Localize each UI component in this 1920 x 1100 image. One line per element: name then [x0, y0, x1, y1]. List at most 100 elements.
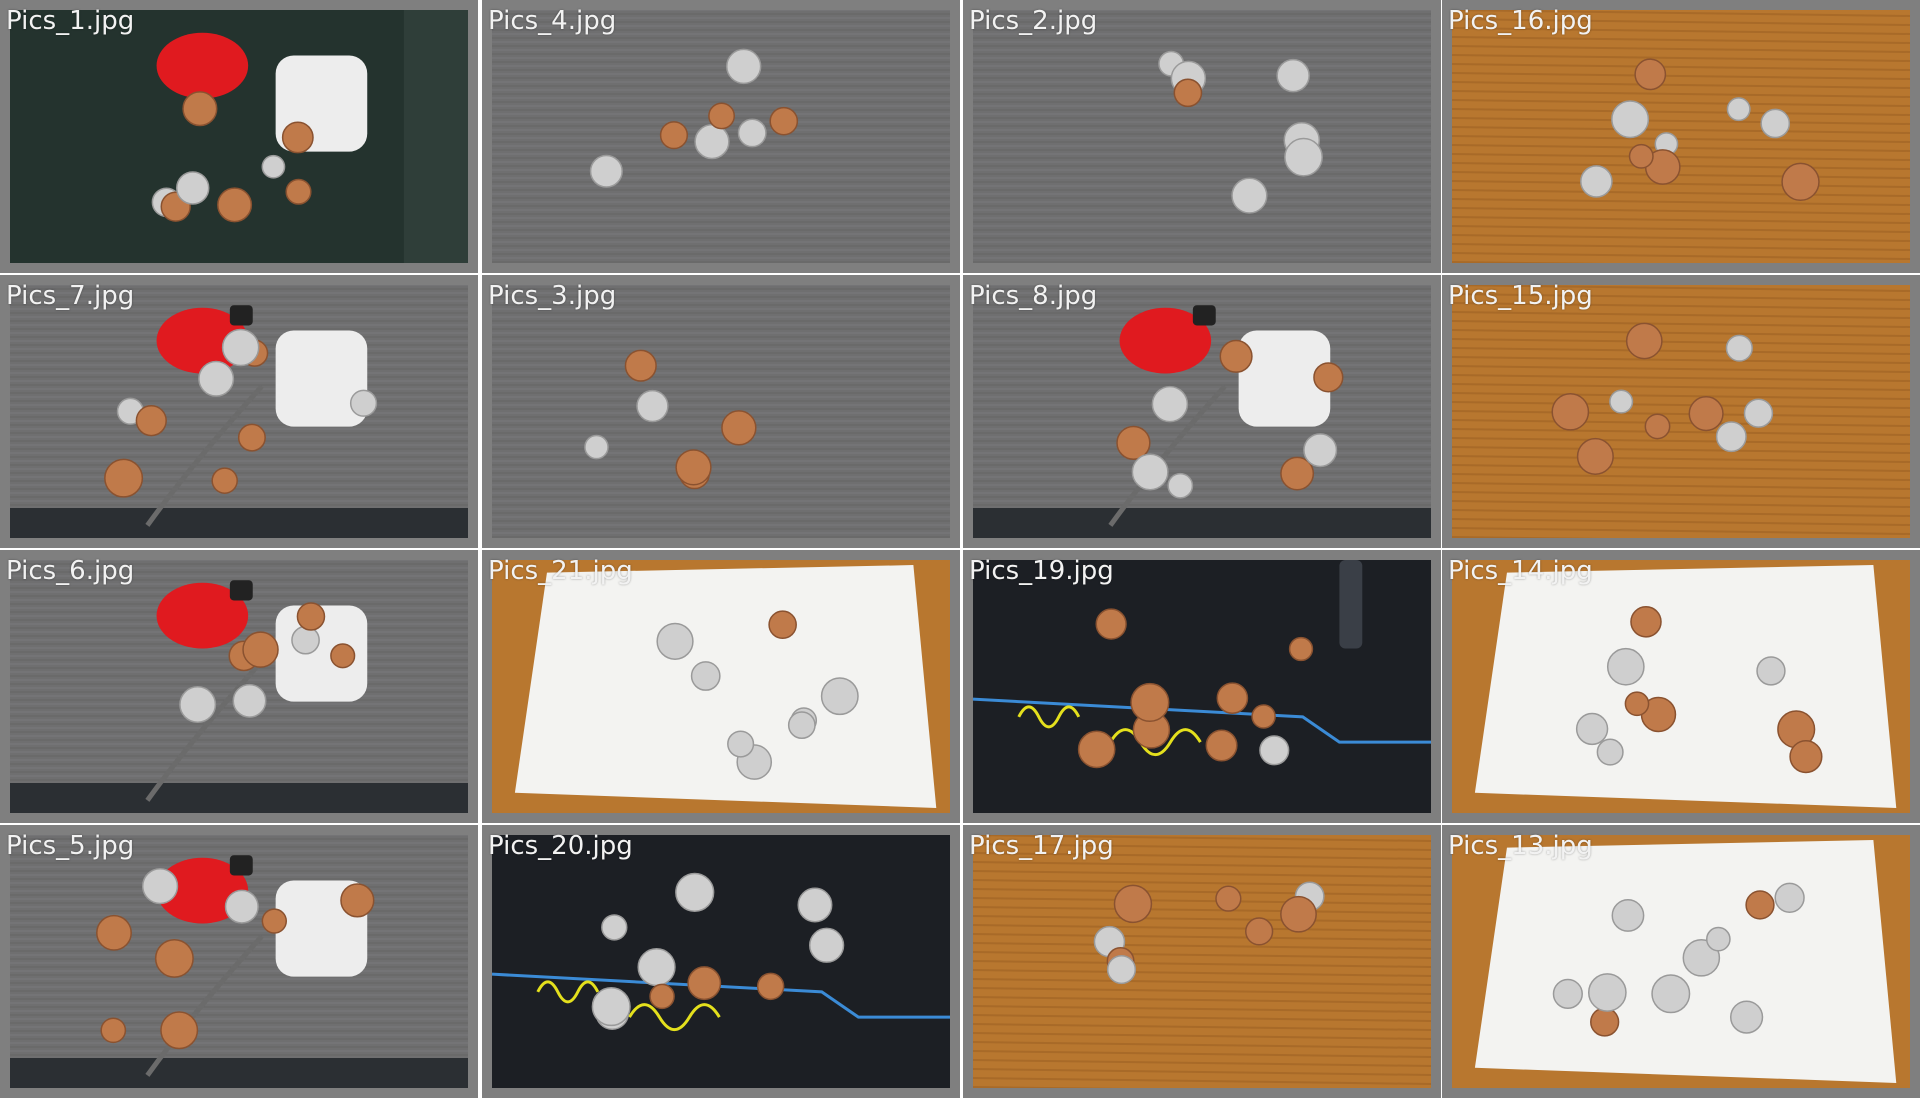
- thumbnail-image: [492, 10, 950, 263]
- silver-coin: [1303, 433, 1338, 468]
- thumbnail-tile[interactable]: Pics_7.jpg: [0, 275, 478, 548]
- silver-coin: [1609, 389, 1634, 414]
- desk-edge: [10, 508, 468, 538]
- penny-coin: [1745, 890, 1775, 920]
- red-coin-pouch: [156, 32, 249, 99]
- penny-coin: [659, 121, 689, 150]
- silver-coin: [1756, 656, 1786, 686]
- penny-coin: [242, 631, 279, 668]
- thumbnail-tile[interactable]: Pics_21.jpg: [482, 550, 960, 823]
- silver-coin: [737, 118, 767, 148]
- silver-coin: [1284, 137, 1323, 177]
- silver-coin: [198, 360, 235, 397]
- penny-coin: [1095, 608, 1127, 640]
- penny-coin: [1216, 682, 1249, 714]
- silver-coin: [1729, 1000, 1764, 1034]
- penny-coin: [217, 187, 253, 223]
- penny-coin: [756, 972, 785, 1001]
- silver-coin: [224, 889, 259, 924]
- thumbnail-tile[interactable]: Pics_3.jpg: [482, 275, 960, 548]
- silver-coin: [291, 625, 320, 655]
- silver-coin: [1587, 973, 1627, 1012]
- surface-background: [973, 10, 1431, 263]
- penny-coin: [330, 643, 356, 669]
- thumbnail-tile[interactable]: Pics_15.jpg: [1442, 275, 1920, 548]
- penny-coin: [649, 983, 675, 1010]
- silver-coin: [1596, 738, 1624, 766]
- penny-coin: [1630, 606, 1662, 638]
- penny-coin: [1219, 339, 1253, 373]
- penny-coin: [340, 883, 375, 918]
- silver-coin: [675, 872, 715, 912]
- silver-coin: [1726, 97, 1751, 122]
- penny-coin: [1781, 162, 1820, 202]
- penny-coin: [1280, 895, 1317, 933]
- silver-coin: [261, 154, 286, 179]
- silver-coin: [690, 661, 721, 691]
- desk-edge: [10, 1058, 468, 1088]
- penny-coin: [721, 410, 757, 446]
- thumbnail-tile[interactable]: Pics_20.jpg: [482, 825, 960, 1098]
- napkin: [514, 565, 937, 808]
- thumbnail-tile[interactable]: Pics_8.jpg: [963, 275, 1441, 548]
- penny-coin: [154, 938, 194, 978]
- silver-coin: [1706, 926, 1731, 952]
- penny-coin: [1251, 704, 1276, 729]
- silver-coin: [636, 389, 669, 423]
- thumbnail-image: [1452, 560, 1910, 813]
- photo-content: [10, 835, 468, 1088]
- thumbnail-tile[interactable]: Pics_17.jpg: [963, 825, 1441, 1098]
- thumbnail-tile[interactable]: Pics_16.jpg: [1442, 0, 1920, 273]
- penny-coin: [769, 106, 799, 136]
- photo-content: [973, 835, 1431, 1088]
- silver-coin: [694, 123, 730, 160]
- silver-coin: [1131, 453, 1169, 491]
- thumbnail-tile[interactable]: Pics_19.jpg: [963, 550, 1441, 823]
- thumbnail-tile[interactable]: Pics_6.jpg: [0, 550, 478, 823]
- penny-coin: [100, 1017, 127, 1044]
- penny-coin: [1205, 729, 1238, 762]
- penny-coin: [768, 610, 797, 640]
- silver-coin: [727, 730, 755, 758]
- penny-coin: [285, 178, 312, 205]
- penny-coin: [1313, 362, 1344, 393]
- thumbnail-tile[interactable]: Pics_2.jpg: [963, 0, 1441, 273]
- silver-coin: [1575, 712, 1609, 746]
- penny-coin: [1576, 437, 1614, 475]
- penny-coin: [281, 121, 314, 154]
- penny-coin: [675, 449, 712, 486]
- silver-coin: [1715, 421, 1747, 453]
- surface-background: [973, 560, 1431, 813]
- thumbnail-image: [1452, 10, 1910, 263]
- penny-coin: [1624, 691, 1650, 717]
- silver-coin: [1151, 385, 1189, 423]
- penny-coin: [687, 966, 722, 1001]
- silver-coin: [637, 947, 676, 987]
- silver-coin: [589, 154, 623, 188]
- thumbnail-tile[interactable]: Pics_1.jpg: [0, 0, 478, 273]
- thumbnail-tile[interactable]: Pics_13.jpg: [1442, 825, 1920, 1098]
- photo-content: [10, 285, 468, 538]
- thumbnail-tile[interactable]: Pics_14.jpg: [1442, 550, 1920, 823]
- silver-coin: [656, 622, 694, 660]
- penny-coin: [1625, 322, 1663, 360]
- car-key: [229, 305, 253, 326]
- thumbnail-image: [1452, 285, 1910, 538]
- silver-coin: [601, 914, 628, 941]
- penny-coin: [1173, 78, 1203, 108]
- thumbnail-image: [492, 560, 950, 813]
- thumbnail-tile[interactable]: Pics_4.jpg: [482, 0, 960, 273]
- thumbnail-image: [973, 560, 1431, 813]
- penny-coin: [1644, 413, 1671, 440]
- silver-coin: [591, 987, 631, 1027]
- penny-coin: [624, 349, 657, 382]
- thumbnail-tile[interactable]: Pics_5.jpg: [0, 825, 478, 1098]
- surface-background: [492, 285, 950, 538]
- silver-coin: [1743, 398, 1774, 428]
- silver-coin: [1106, 954, 1137, 985]
- thumbnail-image: [10, 10, 468, 263]
- silver-coin: [141, 867, 179, 905]
- car-key: [1192, 305, 1216, 326]
- desk-edge: [973, 508, 1431, 538]
- penny-coin: [1113, 884, 1153, 924]
